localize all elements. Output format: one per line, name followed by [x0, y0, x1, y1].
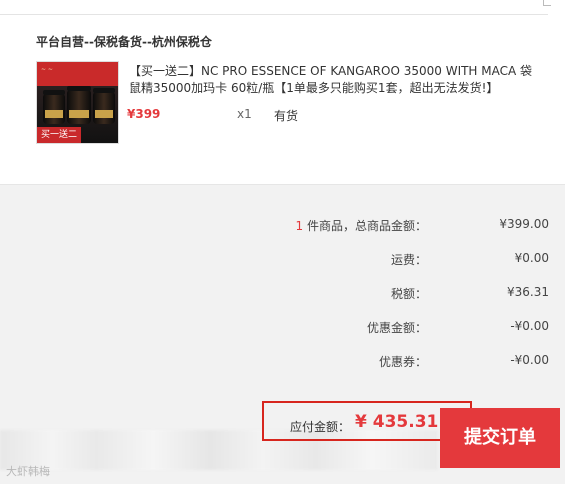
discount-label: 优惠金额： [366, 321, 427, 335]
product-jar-icon [67, 86, 91, 124]
corner-icon [543, 0, 551, 6]
brand-logo: ~ ~ [41, 66, 53, 73]
tax-label: 税额： [390, 287, 427, 301]
promo-tag-label: 买一送二 [40, 130, 77, 140]
product-price: ¥399 [127, 107, 161, 121]
tax-value: ¥36.31 [507, 285, 549, 299]
summary-discount-row: 优惠金额： -¥0.00 [129, 319, 549, 337]
summary-items-row: 1 件商品，总商品金额： ¥399.00 [129, 217, 549, 235]
summary-coupon-row: 优惠券： -¥0.00 [129, 353, 549, 371]
items-summary-label: 1 件商品，总商品金额： [296, 217, 427, 234]
product-jar-icon [43, 90, 65, 124]
warehouse-title: 平台自营--保税备货--杭州保税仓 [36, 35, 212, 49]
order-card: 平台自营--保税备货--杭州保税仓 ~ ~ 买一送二 【买一送二】NC PRO … [0, 0, 565, 185]
coupon-label: 优惠券： [378, 355, 427, 369]
divider [0, 14, 548, 15]
watermark: 大虾韩梅 [6, 465, 50, 478]
shipping-value: ¥0.00 [514, 251, 549, 265]
items-label: 件商品，总商品金额： [303, 219, 427, 233]
stock-status: 有货 [274, 109, 299, 123]
coupon-value: -¥0.00 [510, 353, 549, 367]
submit-order-button[interactable]: 提交订单 [440, 408, 560, 468]
summary-shipping-row: 运费： ¥0.00 [129, 251, 549, 269]
payable-amount: ¥ 435.31 [355, 412, 439, 432]
product-image[interactable]: ~ ~ 买一送二 [36, 61, 119, 144]
payable-label: 应付金额： [290, 420, 351, 434]
checkout-page: 平台自营--保税备货--杭州保税仓 ~ ~ 买一送二 【买一送二】NC PRO … [0, 0, 565, 484]
product-jar-icon [93, 88, 115, 124]
promo-tag: 买一送二 [37, 127, 81, 143]
product-title-link[interactable]: 【买一送二】NC PRO ESSENCE OF KANGAROO 35000 W… [129, 63, 539, 97]
shipping-label: 运费： [390, 253, 427, 267]
discount-value: -¥0.00 [510, 319, 549, 333]
items-total: ¥399.00 [499, 217, 549, 231]
summary-tax-row: 税额： ¥36.31 [129, 285, 549, 303]
product-quantity: x1 [237, 107, 252, 121]
